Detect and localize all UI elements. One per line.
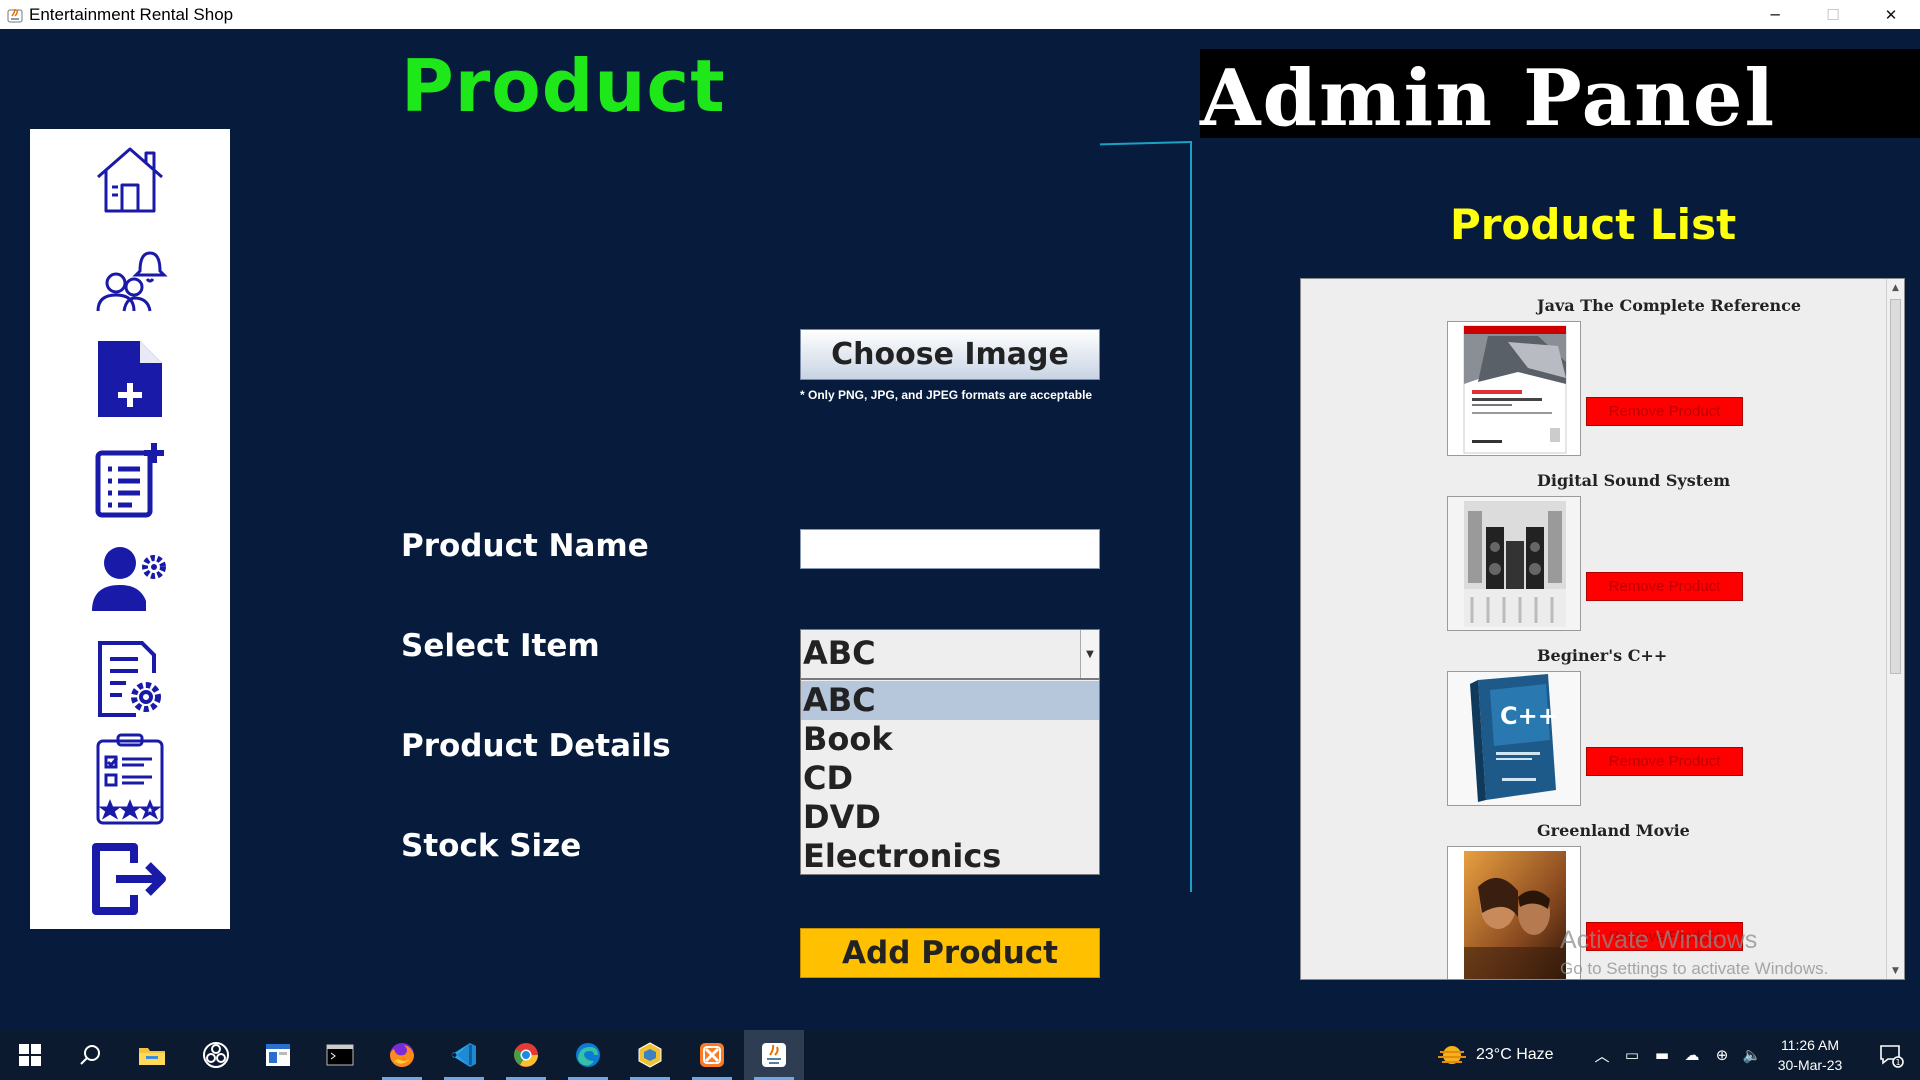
network-icon[interactable]: ⊕ bbox=[1710, 1046, 1734, 1064]
vscode-icon[interactable] bbox=[434, 1030, 494, 1080]
option-electronics[interactable]: Electronics bbox=[801, 837, 1099, 876]
search-icon[interactable] bbox=[60, 1030, 120, 1080]
windows-start-icon[interactable] bbox=[0, 1030, 60, 1080]
firefox-icon[interactable] bbox=[372, 1030, 432, 1080]
chrome-icon[interactable] bbox=[496, 1030, 556, 1080]
watermark-line1: Activate Windows bbox=[1560, 926, 1758, 954]
divider-vertical bbox=[1190, 141, 1192, 892]
clipboard-rating-icon[interactable] bbox=[90, 733, 170, 825]
product-list-scrollbar[interactable]: ▲ ▼ bbox=[1886, 279, 1904, 979]
onedrive-icon[interactable]: ☁ bbox=[1680, 1046, 1704, 1064]
obs-studio-icon[interactable] bbox=[186, 1030, 246, 1080]
sidebar-nav bbox=[30, 129, 230, 929]
product-title: Java The Complete Reference bbox=[1537, 296, 1802, 315]
weather-sun-icon bbox=[1436, 1042, 1468, 1068]
option-book[interactable]: Book bbox=[801, 720, 1099, 759]
java-app-icon bbox=[6, 6, 24, 24]
select-item-options: ABC Book CD DVD Electronics bbox=[800, 679, 1100, 875]
customers-notification-icon[interactable] bbox=[90, 239, 170, 319]
product-thumbnail-cpp-book[interactable]: C++ bbox=[1447, 671, 1581, 806]
page-title: Product bbox=[401, 44, 726, 128]
user-settings-icon[interactable] bbox=[90, 539, 170, 619]
divider-line bbox=[1100, 141, 1192, 146]
taskbar: 23°C Haze ︿ ▭ ▬ ☁ ⊕ 🔈 11:26 AM 30-Mar-23… bbox=[0, 1030, 1920, 1080]
file-explorer-icon[interactable] bbox=[122, 1030, 182, 1080]
virtualbox-icon[interactable] bbox=[620, 1030, 680, 1080]
window-app-icon[interactable] bbox=[248, 1030, 308, 1080]
remove-product-button[interactable]: Remove Product bbox=[1586, 747, 1743, 776]
admin-panel-banner: Admin Panel bbox=[1200, 49, 1920, 144]
product-title: Digital Sound System bbox=[1537, 471, 1731, 490]
product-details-label: Product Details bbox=[401, 728, 671, 764]
logout-icon[interactable] bbox=[90, 839, 170, 919]
image-format-note: * Only PNG, JPG, and JPEG formats are ac… bbox=[800, 388, 1093, 402]
product-thumbnail-java-book[interactable] bbox=[1447, 321, 1581, 456]
select-item-dropdown[interactable]: ABC ▼ bbox=[800, 629, 1100, 679]
add-list-icon[interactable] bbox=[90, 439, 170, 519]
clock-date: 30-Mar-23 bbox=[1777, 1057, 1843, 1073]
weather-text: 23°C Haze bbox=[1476, 1046, 1554, 1063]
close-button[interactable]: ✕ bbox=[1862, 0, 1920, 29]
window-titlebar: Entertainment Rental Shop ─ ☐ ✕ bbox=[0, 0, 1920, 29]
system-tray: ︿ ▭ ▬ ☁ ⊕ 🔈 bbox=[1590, 1030, 1764, 1080]
svg-text:C++: C++ bbox=[1500, 702, 1558, 730]
activate-windows-watermark: Activate Windows Go to Settings to activ… bbox=[1560, 926, 1828, 979]
option-dvd[interactable]: DVD bbox=[801, 798, 1099, 837]
taskbar-clock[interactable]: 11:26 AM 30-Mar-23 bbox=[1770, 1035, 1850, 1075]
add-product-button[interactable]: Add Product bbox=[800, 928, 1100, 978]
product-title: Greenland Movie bbox=[1537, 821, 1690, 840]
remove-product-button[interactable]: Remove Product bbox=[1586, 572, 1743, 601]
chevron-up-icon[interactable]: ︿ bbox=[1590, 1045, 1614, 1066]
option-cd[interactable]: CD bbox=[801, 759, 1099, 798]
remove-product-button[interactable]: Remove Product bbox=[1586, 397, 1743, 426]
window-title: Entertainment Rental Shop bbox=[29, 4, 234, 24]
maximize-button[interactable]: ☐ bbox=[1804, 0, 1862, 29]
scroll-down-icon[interactable]: ▼ bbox=[1887, 962, 1904, 979]
product-list-heading: Product List bbox=[1450, 200, 1737, 249]
product-thumbnail-sound-system[interactable] bbox=[1447, 496, 1581, 631]
volume-icon[interactable]: 🔈 bbox=[1740, 1046, 1764, 1064]
meet-now-icon[interactable]: ▭ bbox=[1620, 1046, 1644, 1064]
weather-widget[interactable]: 23°C Haze bbox=[1436, 1030, 1554, 1080]
choose-image-button[interactable]: Choose Image bbox=[800, 329, 1100, 380]
notification-center-icon[interactable]: 1 bbox=[1866, 1030, 1916, 1080]
java-app-taskbar-icon[interactable] bbox=[744, 1030, 804, 1080]
document-settings-icon[interactable] bbox=[90, 639, 170, 719]
add-document-icon[interactable] bbox=[90, 339, 170, 419]
scroll-up-icon[interactable]: ▲ bbox=[1887, 279, 1904, 296]
watermark-line2: Go to Settings to activate Windows. bbox=[1560, 959, 1829, 978]
product-list-panel[interactable]: Java The Complete Reference Remove Produ… bbox=[1300, 278, 1905, 980]
terminal-icon[interactable] bbox=[310, 1030, 370, 1080]
select-item-value: ABC bbox=[803, 634, 876, 672]
minimize-button[interactable]: ─ bbox=[1746, 0, 1804, 29]
option-abc[interactable]: ABC bbox=[801, 681, 1099, 720]
select-item-label: Select Item bbox=[401, 628, 600, 664]
product-title: Beginer's C++ bbox=[1537, 646, 1668, 665]
stock-size-label: Stock Size bbox=[401, 828, 582, 864]
scrollbar-thumb[interactable] bbox=[1890, 299, 1901, 674]
notification-count: 1 bbox=[1896, 1058, 1901, 1067]
chevron-down-icon[interactable]: ▼ bbox=[1080, 630, 1099, 678]
xampp-icon[interactable] bbox=[682, 1030, 742, 1080]
battery-icon[interactable]: ▬ bbox=[1650, 1046, 1674, 1064]
clock-time: 11:26 AM bbox=[1780, 1037, 1840, 1053]
home-icon[interactable] bbox=[90, 139, 170, 219]
product-name-input[interactable] bbox=[800, 529, 1100, 569]
admin-panel-title: Admin Panel bbox=[1200, 53, 1777, 144]
edge-icon[interactable] bbox=[558, 1030, 618, 1080]
product-name-label: Product Name bbox=[401, 528, 649, 564]
